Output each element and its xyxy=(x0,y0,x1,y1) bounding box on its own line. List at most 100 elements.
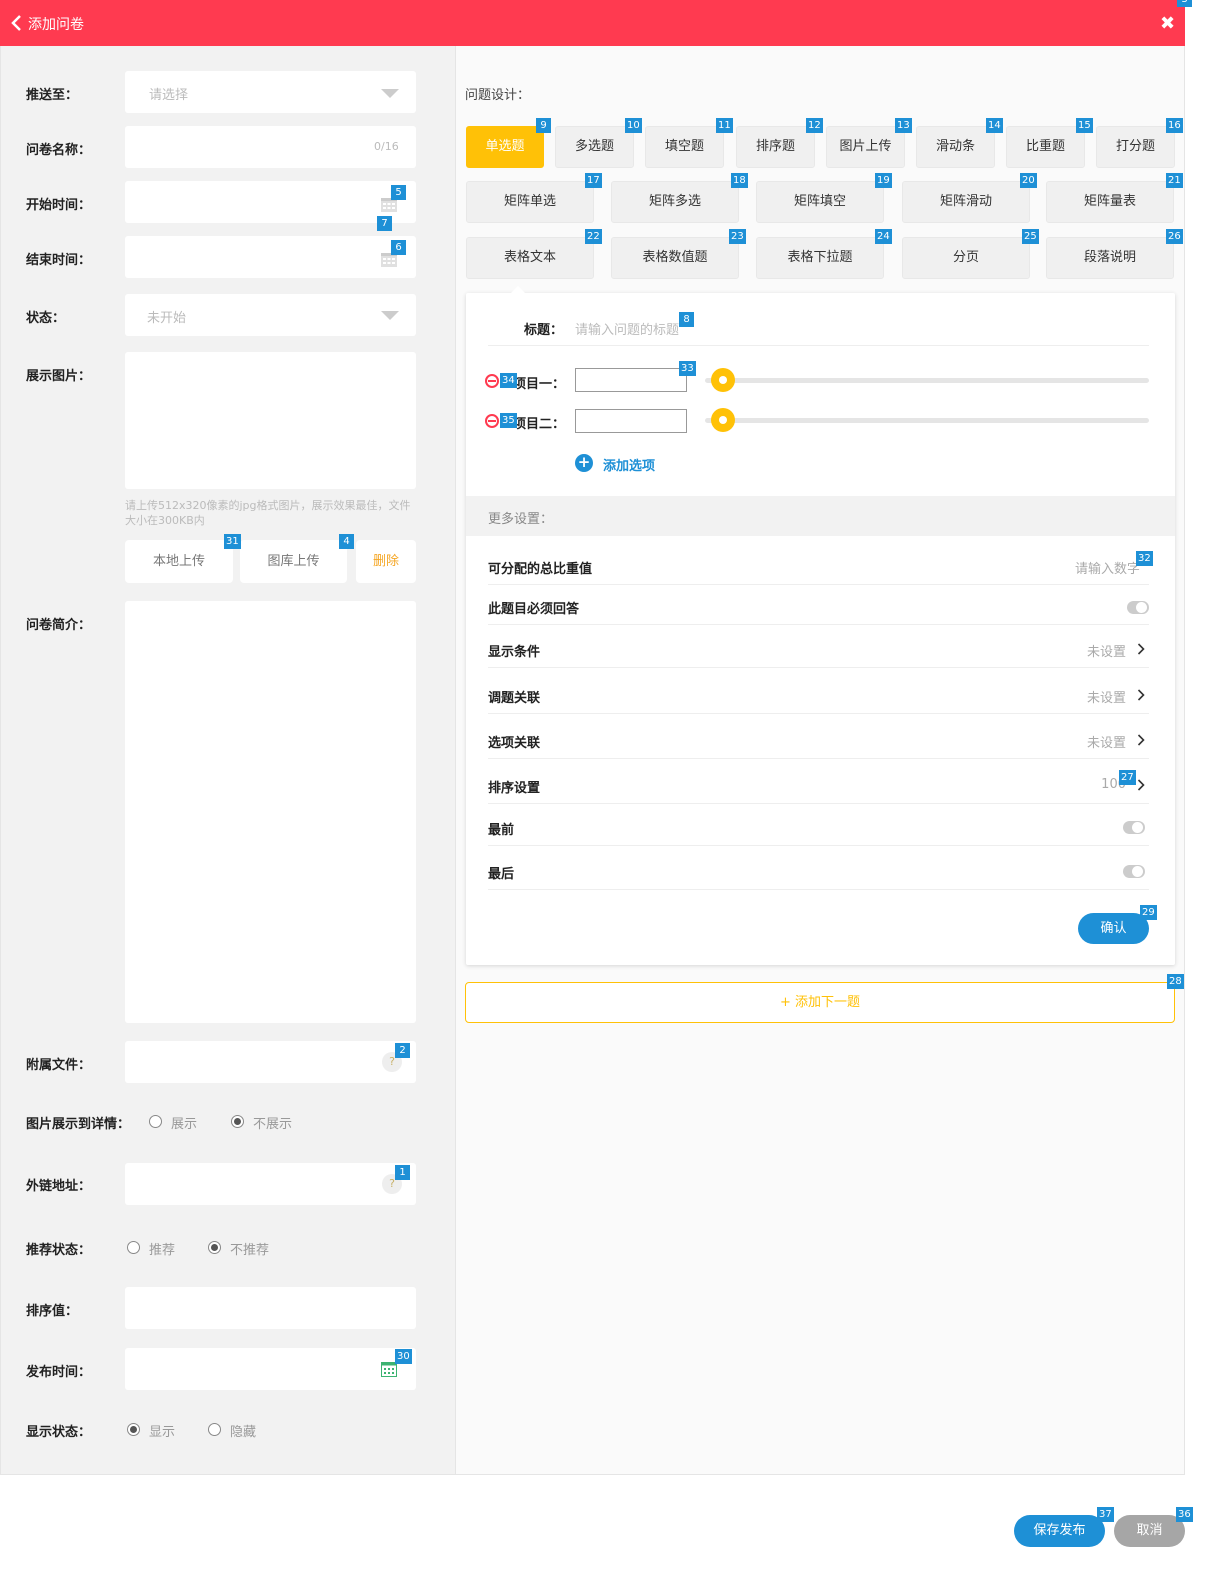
display-condition-value[interactable]: 未设置 xyxy=(1040,641,1126,660)
sort-input[interactable] xyxy=(125,1287,416,1329)
chevron-right-icon[interactable] xyxy=(1137,643,1145,655)
local-upload-button[interactable]: 本地上传 xyxy=(125,540,233,583)
divider xyxy=(488,803,1149,804)
more-settings-label: 更多设置： xyxy=(488,512,554,527)
type-ranking[interactable]: 排序题 xyxy=(736,126,815,168)
marker-badge: 10 xyxy=(625,118,642,133)
add-option-button[interactable]: 添加选项 xyxy=(603,455,655,474)
chevron-right-icon[interactable] xyxy=(1137,689,1145,701)
cancel-button[interactable]: 取消 xyxy=(1114,1515,1185,1547)
remove-option-icon[interactable] xyxy=(485,374,499,388)
type-multi-choice[interactable]: 多选题 xyxy=(555,126,634,168)
attachment-label: 附属文件： xyxy=(26,1058,92,1073)
type-table-dropdown[interactable]: 表格下拉题 xyxy=(756,237,884,279)
marker-badge: 14 xyxy=(986,118,1003,133)
marker-badge: 5 xyxy=(391,185,406,200)
type-weight[interactable]: 比重题 xyxy=(1006,126,1085,168)
start-time-input[interactable] xyxy=(125,181,416,223)
chevron-right-icon[interactable] xyxy=(1137,779,1145,791)
status-select[interactable]: 未开始 xyxy=(125,294,416,336)
type-slider[interactable]: 滑动条 xyxy=(916,126,995,168)
type-matrix-scale[interactable]: 矩阵量表 xyxy=(1046,181,1174,223)
required-toggle[interactable] xyxy=(1127,601,1149,614)
attachment-input[interactable]: ? xyxy=(125,1041,416,1083)
type-score[interactable]: 打分题 xyxy=(1096,126,1175,168)
total-weight-label: 可分配的总比重值 xyxy=(488,562,593,577)
design-label: 问题设计： xyxy=(465,88,531,103)
last-toggle[interactable] xyxy=(1123,865,1145,878)
marker-badge: 20 xyxy=(1020,173,1037,188)
option-2-label: 项目二： xyxy=(513,417,566,432)
close-icon[interactable]: ✖ xyxy=(1160,13,1175,34)
push-to-placeholder: 请选择 xyxy=(149,88,189,103)
push-to-select[interactable]: 请选择 xyxy=(125,71,416,113)
remove-option-icon[interactable] xyxy=(485,414,499,428)
save-publish-button[interactable]: 保存发布 xyxy=(1014,1515,1105,1547)
option-1-slider-handle[interactable] xyxy=(711,368,735,392)
image-preview-area[interactable] xyxy=(125,352,416,489)
option-1-slider-track[interactable] xyxy=(705,378,1149,383)
show-in-detail-radio-hide[interactable] xyxy=(231,1115,244,1128)
option-2-slider-track[interactable] xyxy=(705,418,1149,423)
first-toggle[interactable] xyxy=(1123,821,1145,834)
type-matrix-multi[interactable]: 矩阵多选 xyxy=(611,181,739,223)
intro-editor[interactable] xyxy=(125,601,416,1023)
gallery-upload-button[interactable]: 图库上传 xyxy=(240,540,347,583)
divider xyxy=(488,584,1149,585)
recommend-radio-no[interactable] xyxy=(208,1241,221,1254)
option-2-input[interactable] xyxy=(575,409,687,433)
display-radio-show[interactable] xyxy=(127,1423,140,1436)
type-fill-blank[interactable]: 填空题 xyxy=(645,126,724,168)
marker-badge: 3 xyxy=(1177,0,1192,7)
marker-badge: 35 xyxy=(500,413,517,428)
jump-value[interactable]: 未设置 xyxy=(1040,687,1126,706)
page: 添加问卷 ✖ 3 推送至： 请选择 问卷名称： 0/16 开始时间： 5 7 结… xyxy=(0,0,1222,1589)
name-counter: 0/16 xyxy=(374,140,399,153)
question-title-input[interactable]: 请输入问题的标题 xyxy=(575,319,679,338)
recommend-opt-no: 不推荐 xyxy=(230,1243,270,1258)
marker-badge: 37 xyxy=(1097,1507,1114,1522)
option-1-input[interactable] xyxy=(575,368,687,392)
name-input[interactable]: 0/16 xyxy=(125,126,416,168)
display-condition-label: 显示条件 xyxy=(488,645,541,660)
confirm-button[interactable]: 确认 xyxy=(1078,913,1149,944)
add-option-icon[interactable]: + xyxy=(575,454,593,472)
option-2-slider-handle[interactable] xyxy=(711,408,735,432)
total-weight-input[interactable]: 请输入数字 xyxy=(1050,558,1140,577)
card-notch xyxy=(510,286,526,294)
add-next-question-button[interactable]: + 添加下一题 xyxy=(465,982,1175,1023)
first-label: 最前 xyxy=(488,823,515,838)
sort-setting-label: 排序设置 xyxy=(488,781,541,796)
question-editor-card xyxy=(466,293,1175,965)
recommend-radio-yes[interactable] xyxy=(127,1241,140,1254)
type-matrix-single[interactable]: 矩阵单选 xyxy=(466,181,594,223)
type-paragraph[interactable]: 段落说明 xyxy=(1046,237,1174,279)
dialog-header: 添加问卷 ✖ xyxy=(0,0,1185,46)
marker-badge: 12 xyxy=(806,118,823,133)
image-hint: 请上传512x320像素的jpg格式图片，展示效果最佳，文件大小在300KB内 xyxy=(125,499,411,527)
sort-setting-value[interactable]: 100 xyxy=(1060,777,1126,792)
show-in-detail-radio-show[interactable] xyxy=(149,1115,162,1128)
type-image-upload[interactable]: 图片上传 xyxy=(826,126,905,168)
end-time-input[interactable] xyxy=(125,236,416,278)
chevron-right-icon[interactable] xyxy=(1137,734,1145,746)
type-table-number[interactable]: 表格数值题 xyxy=(611,237,739,279)
sort-label: 排序值： xyxy=(26,1304,79,1319)
type-matrix-fill[interactable]: 矩阵填空 xyxy=(756,181,884,223)
type-matrix-slider[interactable]: 矩阵滑动 xyxy=(902,181,1030,223)
back-arrow-icon[interactable] xyxy=(10,14,24,32)
chevron-down-icon xyxy=(381,89,399,98)
marker-badge: 6 xyxy=(391,240,406,255)
marker-badge: 18 xyxy=(731,173,748,188)
chevron-down-icon xyxy=(381,311,399,320)
display-radio-hide[interactable] xyxy=(208,1423,221,1436)
delete-image-button[interactable]: 删除 xyxy=(356,540,416,583)
external-link-input[interactable]: ? xyxy=(125,1163,416,1205)
type-single-choice[interactable]: 单选题 xyxy=(466,126,544,168)
publish-time-input[interactable] xyxy=(125,1348,416,1390)
divider xyxy=(488,345,1149,346)
option-link-value[interactable]: 未设置 xyxy=(1040,732,1126,751)
type-page-break[interactable]: 分页 xyxy=(902,237,1030,279)
type-table-text[interactable]: 表格文本 xyxy=(466,237,594,279)
recommend-label: 推荐状态： xyxy=(26,1243,92,1258)
